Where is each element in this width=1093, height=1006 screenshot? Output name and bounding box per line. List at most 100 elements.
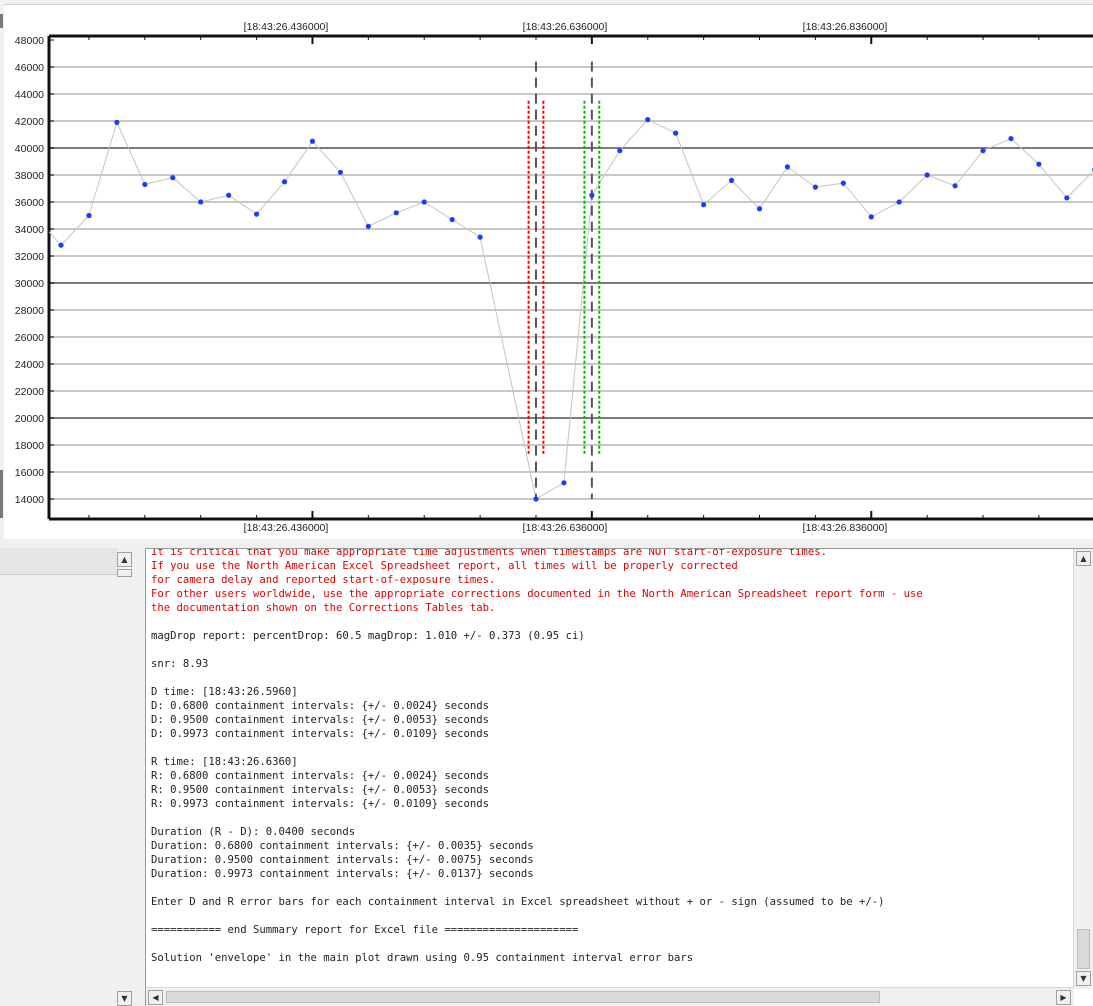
x-tick-label-bottom: [18:43:26.836000] <box>803 522 888 534</box>
x-tick-label-top: [18:43:26.836000] <box>803 21 888 33</box>
report-line <box>151 811 1069 825</box>
report-line: =========== end Summary report for Excel… <box>151 924 579 936</box>
data-point <box>561 480 567 486</box>
data-point <box>812 184 818 190</box>
data-point <box>533 496 539 502</box>
data-point <box>589 192 595 198</box>
light-curve-chart[interactable]: 14000 16000 18000 20000 22000 24000 26000 28000… <box>4 5 1093 539</box>
report-line: If you use the North American Excel Spre… <box>151 560 738 572</box>
data-point <box>617 148 623 154</box>
data-point <box>673 130 679 136</box>
report-line <box>151 881 1069 895</box>
lower-left-panel: ▲ ▼ <box>0 548 134 1006</box>
report-vertical-scroll-thumb[interactable] <box>1077 929 1090 969</box>
gutter-mark-icon <box>0 470 3 518</box>
y-tick-label: 34000 <box>15 224 44 236</box>
data-point <box>896 199 902 205</box>
data-point <box>924 172 930 178</box>
lower-left-strip <box>0 548 118 575</box>
report-vertical-scrollbar[interactable]: ▲ ▼ <box>1073 549 1093 989</box>
report-line: Duration: 0.9973 containment intervals: … <box>151 868 534 880</box>
data-point <box>198 199 204 205</box>
data-point <box>756 206 763 212</box>
report-line <box>151 937 1069 951</box>
down-arrow-icon: ▼ <box>121 994 128 1003</box>
x-tick-label-bottom: [18:43:26.436000] <box>244 522 329 534</box>
data-point <box>170 175 176 181</box>
light-curve-plot-panel[interactable]: 14000 16000 18000 20000 22000 24000 26000 28000… <box>4 4 1093 539</box>
grid-lines <box>49 66 1093 500</box>
y-tick-labels: 14000 16000 18000 20000 22000 24000 26000 28000… <box>15 35 44 506</box>
report-line: D: 0.9500 containment intervals: {+/- 0.… <box>151 714 490 726</box>
report-scroll-left-button[interactable]: ◀ <box>148 990 163 1005</box>
x-tick-label-bottom: [18:43:26.636000] <box>523 522 608 534</box>
report-line: R: 0.6800 containment intervals: {+/- 0.… <box>151 770 490 782</box>
left-scroll-up-button[interactable]: ▲ <box>117 552 132 567</box>
report-scroll-up-button[interactable]: ▲ <box>1076 551 1091 566</box>
y-tick-label: 42000 <box>15 116 44 128</box>
report-line: Duration (R - D): 0.0400 seconds <box>151 826 356 838</box>
left-scroll-down-button[interactable]: ▼ <box>117 991 132 1006</box>
y-tick-label: 48000 <box>15 35 44 47</box>
left-arrow-icon: ◀ <box>152 993 159 1002</box>
data-point <box>980 148 986 154</box>
left-scroll-thumb[interactable] <box>117 569 132 577</box>
x-tick-label-top: [18:43:26.636000] <box>523 21 608 33</box>
data-point <box>421 199 427 205</box>
data-point <box>449 216 455 223</box>
down-arrow-icon: ▼ <box>1080 974 1087 983</box>
report-line: D time: [18:43:26.5960] <box>151 686 298 698</box>
y-tick-label: 30000 <box>15 278 44 290</box>
data-point <box>281 179 288 185</box>
gutter-mark-icon <box>0 14 3 28</box>
report-horizontal-scroll-thumb[interactable] <box>166 991 880 1003</box>
report-line: for camera delay and reported start-of-e… <box>151 574 496 586</box>
y-tick-label: 46000 <box>15 62 44 74</box>
x-tick-labels-top: [18:43:26.436000] [18:43:26.636000] [18:… <box>244 21 888 33</box>
y-tick-label: 26000 <box>15 332 44 344</box>
y-tick-label: 28000 <box>15 305 44 317</box>
report-line: Solution 'envelope' in the main plot dra… <box>151 952 694 964</box>
report-scroll-right-button[interactable]: ▶ <box>1056 990 1071 1005</box>
y-tick-label: 14000 <box>15 494 44 506</box>
marker-layer <box>527 61 601 499</box>
data-point <box>868 214 874 220</box>
y-tick-label: 36000 <box>15 197 44 209</box>
data-point <box>226 192 232 198</box>
y-tick-label: 20000 <box>15 413 44 425</box>
data-point <box>1036 161 1042 167</box>
axes <box>47 34 1093 521</box>
x-tick-label-top: [18:43:26.436000] <box>244 21 329 33</box>
report-text: It is critical that you make appropriate… <box>151 549 1069 965</box>
y-tick-label: 40000 <box>15 143 44 155</box>
data-point <box>477 234 483 240</box>
y-tick-label: 44000 <box>15 89 44 101</box>
data-point <box>309 138 316 144</box>
report-line: D: 0.6800 containment intervals: {+/- 0.… <box>151 700 490 712</box>
report-line: magDrop report: percentDrop: 60.5 magDro… <box>151 630 585 642</box>
summary-report-textbox[interactable]: It is critical that you make appropriate… <box>145 548 1093 1006</box>
report-line <box>151 615 1069 629</box>
y-tick-label: 24000 <box>15 359 44 371</box>
report-line: For other users worldwide, use the appro… <box>151 588 923 600</box>
data-point <box>337 169 343 175</box>
data-point <box>253 211 260 217</box>
report-line <box>151 671 1069 685</box>
data-point <box>840 180 846 186</box>
report-line: Duration: 0.9500 containment intervals: … <box>151 854 534 866</box>
y-tick-label: 18000 <box>15 440 44 452</box>
data-point <box>86 212 92 219</box>
report-horizontal-scrollbar[interactable]: ◀ ▶ <box>146 987 1074 1006</box>
report-line <box>151 909 1069 923</box>
report-line: Duration: 0.6800 containment intervals: … <box>151 840 534 852</box>
report-scroll-down-button[interactable]: ▼ <box>1076 971 1091 986</box>
data-point <box>645 117 651 123</box>
y-tick-label: 22000 <box>15 386 44 398</box>
data-point <box>701 202 707 208</box>
report-line <box>151 643 1069 657</box>
data-point <box>1064 195 1070 201</box>
data-point <box>728 177 735 183</box>
data-point <box>114 119 120 125</box>
data-point <box>58 242 64 248</box>
data-point <box>952 183 958 189</box>
